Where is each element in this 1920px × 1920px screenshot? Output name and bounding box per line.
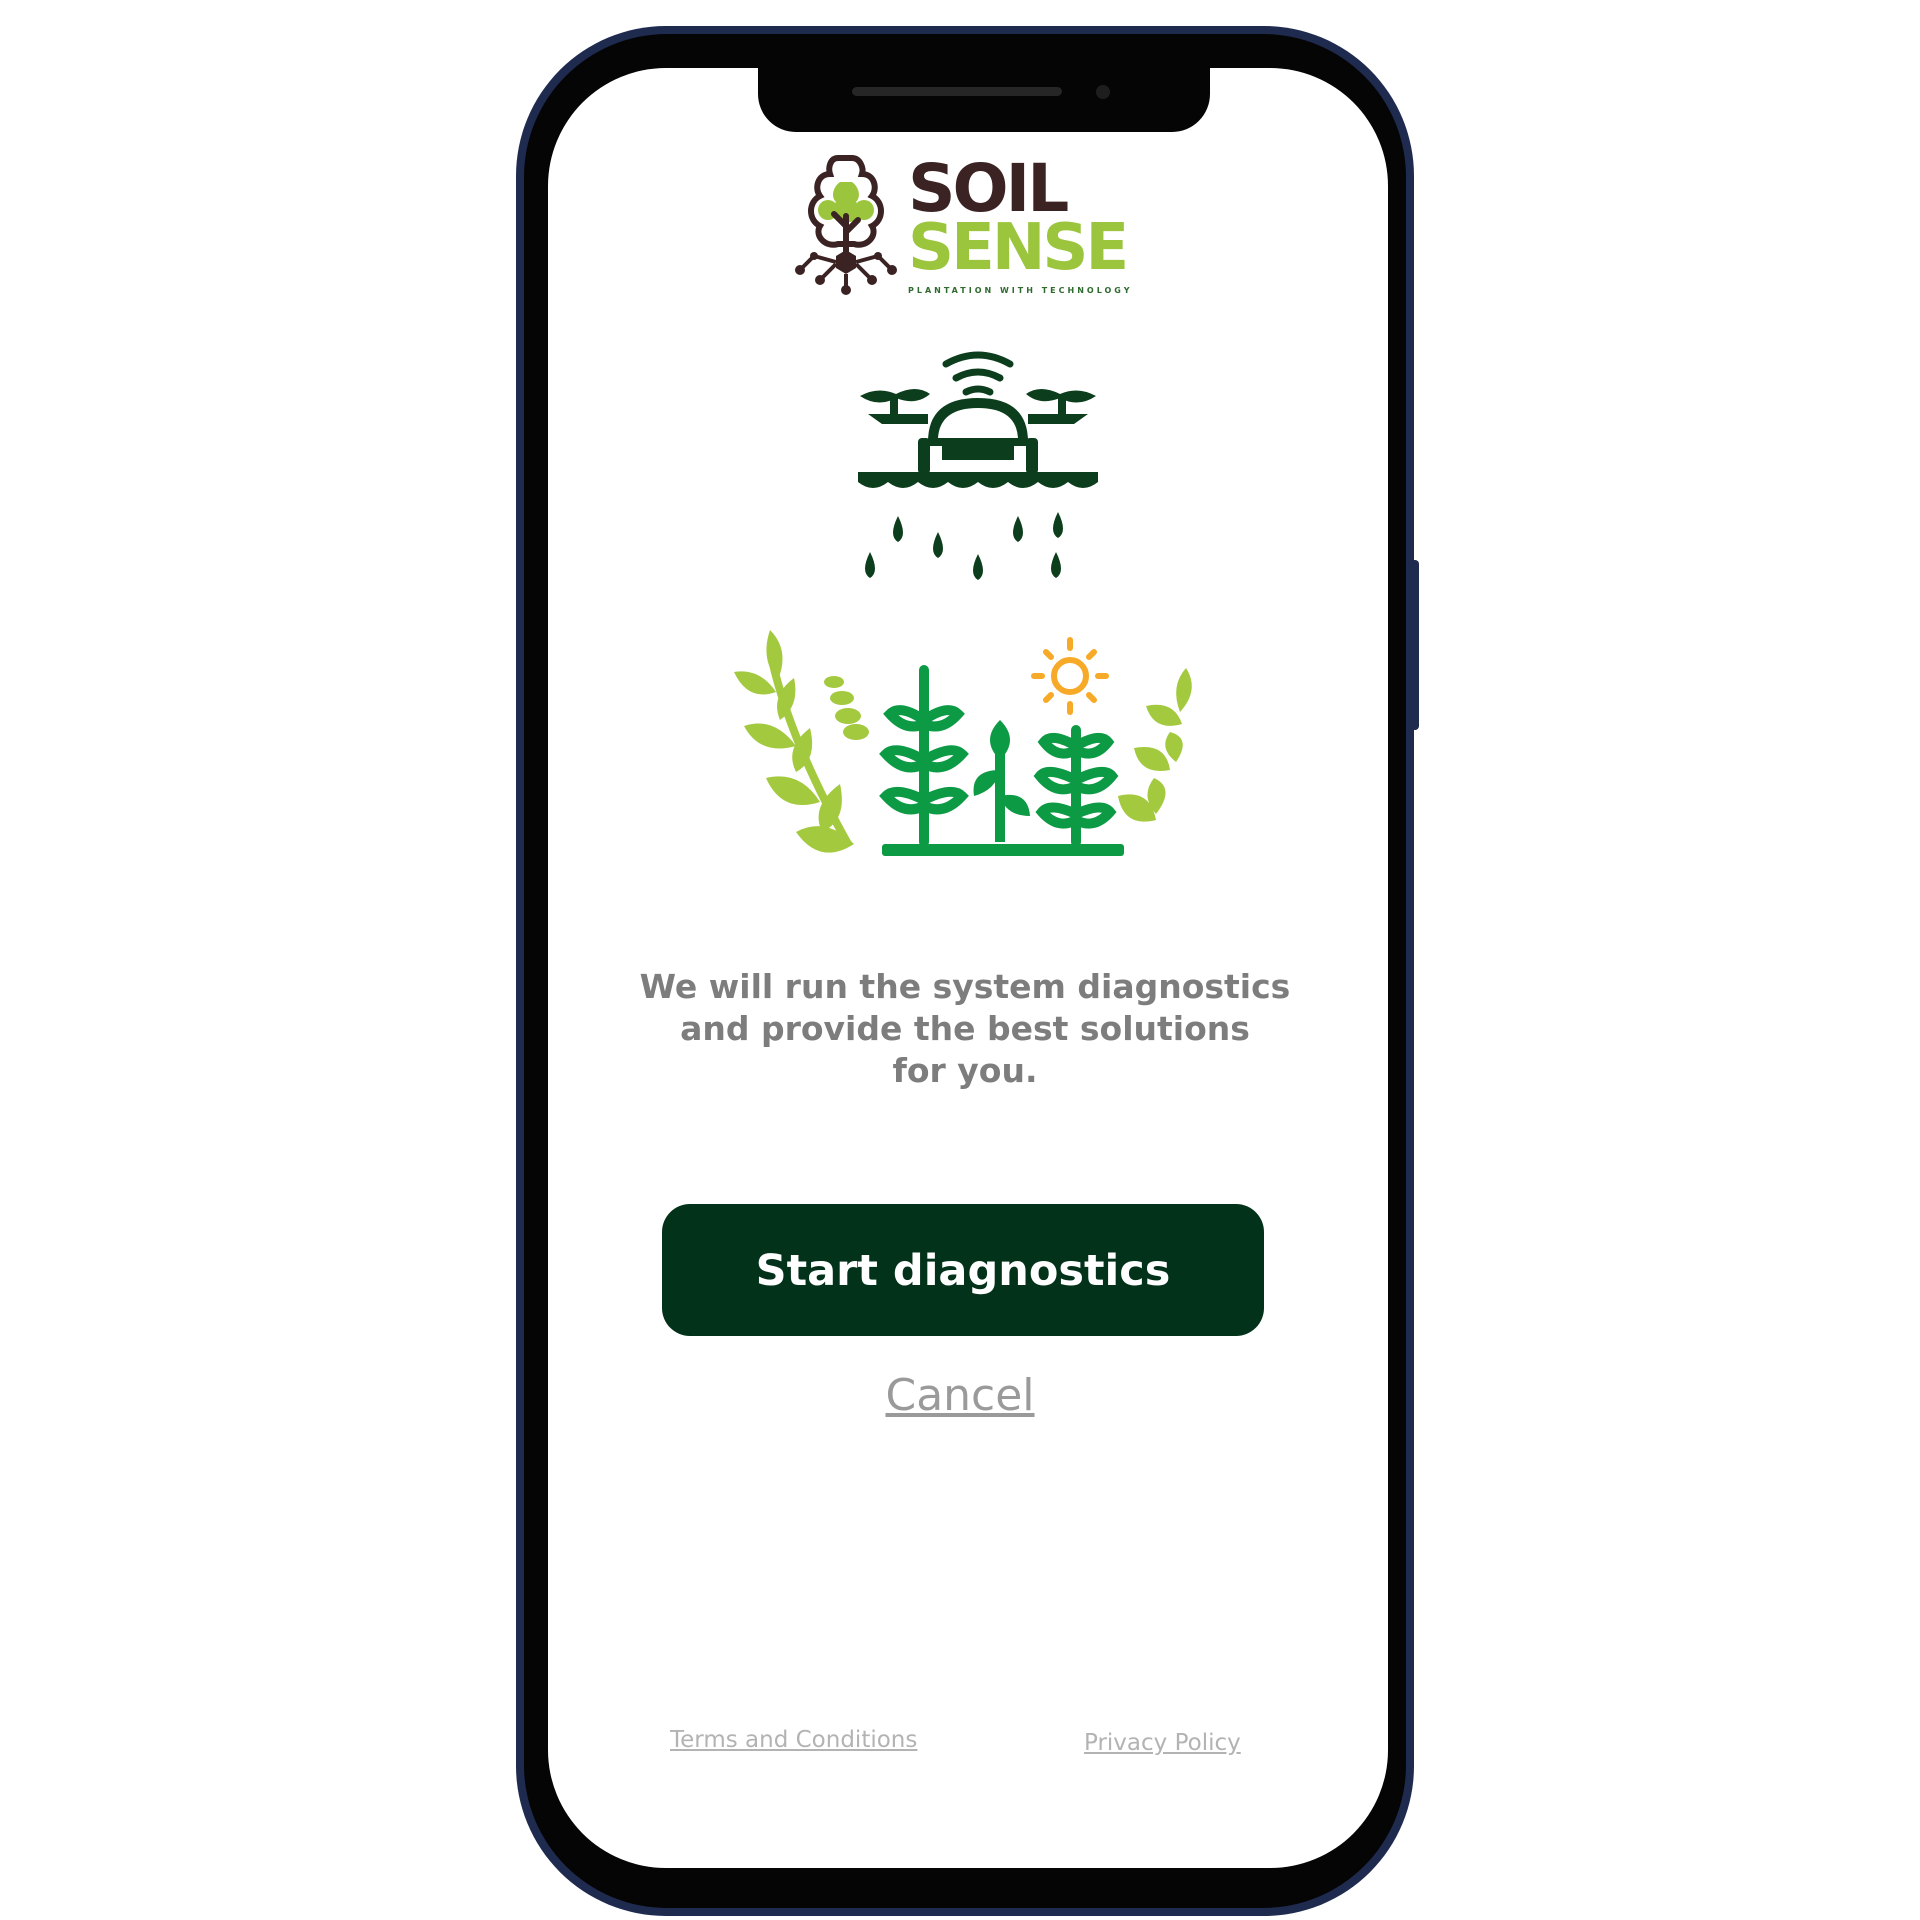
privacy-policy-link[interactable]: Privacy Policy <box>1084 1730 1241 1756</box>
tree-network-logo-icon <box>795 155 897 295</box>
phone-speaker <box>852 87 1062 96</box>
plants-with-sun-icon <box>734 630 1192 856</box>
drone-watering-icon <box>858 351 1098 580</box>
start-diagnostics-button[interactable]: Start diagnostics <box>662 1204 1264 1336</box>
phone-notch <box>758 60 1210 132</box>
phone-camera <box>1096 85 1110 99</box>
logo-tagline: PLANTATION WITH TECHNOLOGY <box>908 286 1133 295</box>
soil-sense-logo: SOIL SENSE PLANTATION WITH TECHNOLOGY <box>790 152 1150 297</box>
cancel-link[interactable]: Cancel <box>860 1370 1060 1421</box>
logo-word-sense: SENSE <box>908 211 1129 285</box>
terms-and-conditions-link[interactable]: Terms and Conditions <box>670 1727 917 1753</box>
phone-side-button <box>1410 560 1419 730</box>
diagnostics-message: We will run the system diagnostics and p… <box>639 967 1291 1090</box>
